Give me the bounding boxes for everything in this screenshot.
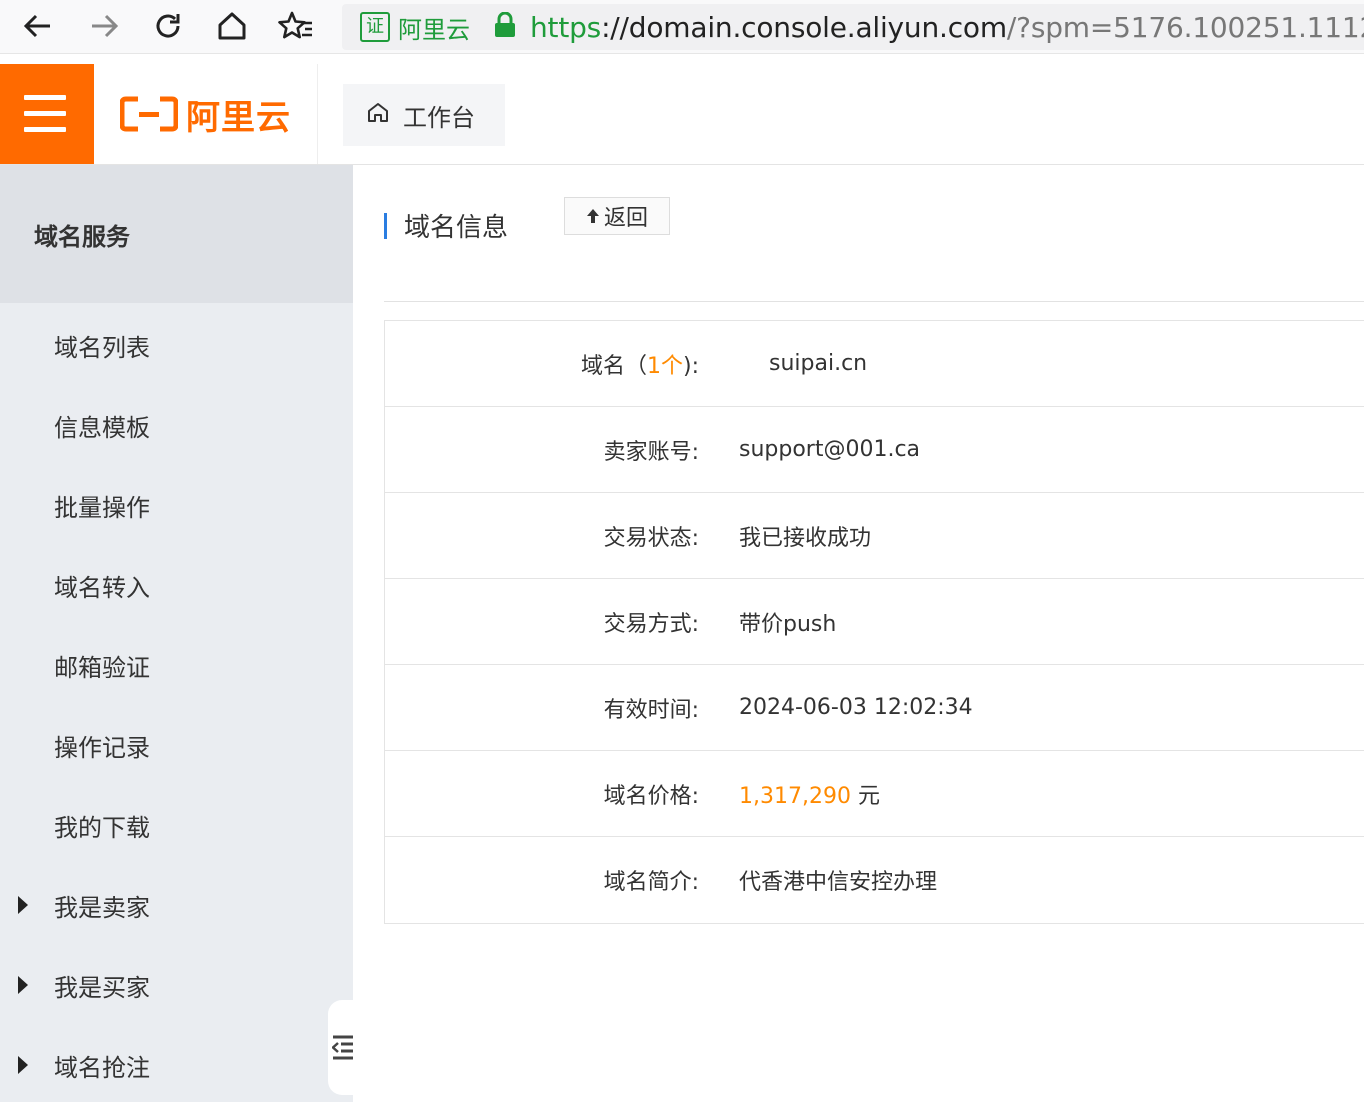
aliyun-logo-icon [120,96,178,132]
domain-description-value: 代香港中信安控办理 [739,870,938,895]
info-row-domain-description: 域名简介: 代香港中信安控办理 [385,837,1364,923]
menu-hamburger-icon[interactable] [0,64,94,164]
info-label: 域名简介: [603,870,699,895]
browser-toolbar: 证 阿里云 https://domain.console.aliyun.com/… [0,0,1364,54]
sidebar-item-operation-log[interactable]: 操作记录 [0,705,353,785]
certificate-icon: 证 [360,12,390,42]
info-label: 域名价格: [603,783,699,809]
info-label: 域名（1个): [385,348,703,380]
back-button-label: 返回 [603,206,648,231]
sidebar: 域名服务 域名列表 信息模板 批量操作 域名转入 邮箱验证 操作记录 我的下载 … [0,165,353,1102]
url-host: ://domain.console.aliyun.com [601,10,1007,44]
info-label: 有效时间: [603,697,699,723]
sidebar-menu: 域名列表 信息模板 批量操作 域名转入 邮箱验证 操作记录 我的下载 我是卖家 … [0,305,353,1105]
url-query: /?spm=5176.100251.11125 [1006,10,1364,44]
info-row-domain: 域名（1个): suipai.cn [385,321,1364,407]
price-unit: 元 [857,783,880,809]
aliyun-logo[interactable]: 阿里云 [94,64,318,164]
info-row-domain-price: 域名价格: 1,317,290 元 [385,751,1364,837]
info-row-seller-account: 卖家账号: support@001.ca [385,407,1364,493]
domain-price-value: 1,317,290 元 [703,778,880,810]
domain-label-prefix: 域名（ [580,353,647,379]
expand-caret-icon [18,976,28,994]
collapse-sidebar-icon [332,1035,353,1059]
back-arrow-icon[interactable] [18,6,58,46]
info-row-trade-method: 交易方式: 带价push [385,579,1364,665]
address-bar[interactable]: 证 阿里云 https://domain.console.aliyun.com/… [342,4,1364,50]
forward-arrow-icon[interactable] [84,6,124,46]
page-title: 域名信息 [404,213,509,243]
expand-caret-icon [18,896,28,914]
sidebar-item-label: 我的下载 [54,813,150,842]
workbench-home-icon [367,101,389,129]
url-text: https://domain.console.aliyun.com/?spm=5… [530,11,1364,44]
header-divider [384,301,1364,302]
info-row-valid-time: 有效时间: 2024-06-03 12:02:34 [385,665,1364,751]
sidebar-item-i-am-buyer[interactable]: 我是买家 [0,945,353,1025]
sidebar-item-label: 邮箱验证 [54,653,150,682]
info-row-trade-status: 交易状态: 我已接收成功 [385,493,1364,579]
sidebar-item-domain-transfer-in[interactable]: 域名转入 [0,545,353,625]
sidebar-item-label: 信息模板 [54,413,150,442]
workbench-button[interactable]: 工作台 [343,84,505,146]
sidebar-item-label: 我是买家 [54,973,150,1002]
seller-account-value: support@001.ca [739,437,921,462]
sidebar-item-label: 操作记录 [54,733,150,762]
price-amount: 1,317,290 [739,783,851,809]
sidebar-item-info-template[interactable]: 信息模板 [0,385,353,465]
valid-time-value: 2024-06-03 12:02:34 [739,695,973,720]
trade-status-value: 我已接收成功 [739,525,872,551]
domain-info-table: 域名（1个): suipai.cn 卖家账号: support@001.ca 交… [384,320,1364,924]
sidebar-item-batch-operation[interactable]: 批量操作 [0,465,353,545]
trade-method-value: 带价push [739,611,837,637]
brand-name: 阿里云 [186,97,291,138]
sidebar-item-label: 域名抢注 [54,1053,150,1082]
lock-icon [494,11,516,42]
certificate-badge[interactable]: 证 阿里云 [360,10,470,45]
info-label: 交易方式: [603,611,699,637]
console-header: 阿里云 工作台 [0,54,1364,165]
sidebar-item-my-downloads[interactable]: 我的下载 [0,785,353,865]
domain-name-value: suipai.cn [769,351,868,376]
domain-count: 1个 [647,353,683,379]
url-scheme: https [530,10,602,44]
sidebar-item-domain-backorder[interactable]: 域名抢注 [0,1025,353,1105]
title-accent-bar [384,213,387,239]
sidebar-item-domain-list[interactable]: 域名列表 [0,305,353,385]
expand-caret-icon [18,1056,28,1074]
reload-icon[interactable] [148,6,188,46]
domain-label-suffix: ): [683,353,699,379]
up-arrow-icon [586,209,599,223]
sidebar-item-label: 批量操作 [54,493,150,522]
sidebar-title: 域名服务 [0,165,353,303]
workbench-label: 工作台 [403,103,475,132]
main-content: 域名信息 返回 域名（1个): suipai.cn 卖家账号: support@… [353,165,1364,1102]
back-button[interactable]: 返回 [564,197,670,235]
info-label: 卖家账号: [603,439,699,465]
bookmark-star-icon[interactable] [276,6,316,46]
sidebar-item-label: 域名转入 [54,573,150,602]
certificate-label: 阿里云 [398,15,470,44]
sidebar-item-i-am-seller[interactable]: 我是卖家 [0,865,353,945]
sidebar-item-email-verification[interactable]: 邮箱验证 [0,625,353,705]
home-icon[interactable] [212,6,252,46]
info-label: 交易状态: [603,525,699,551]
sidebar-item-label: 域名列表 [54,333,150,362]
sidebar-item-label: 我是卖家 [54,893,150,922]
